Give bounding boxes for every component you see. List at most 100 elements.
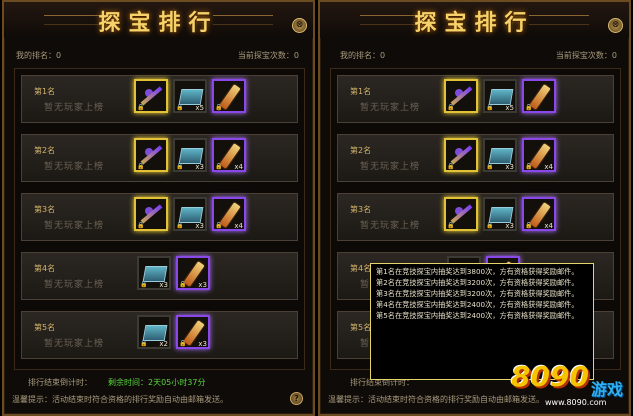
reward-items: 🔒 🔒 x5 🔒 — [444, 79, 556, 119]
title-bar: 探宝排行 ⊗ — [4, 2, 313, 38]
reward-items: 🔒 🔒 x3 🔒 x4 — [444, 138, 556, 178]
rank-label: 第2名 — [34, 146, 56, 155]
bound-lock-icon: 🔒 — [525, 104, 533, 111]
reward-item-slot[interactable]: 🔒 x3 — [483, 138, 517, 172]
reward-item-slot[interactable]: 🔒 x3 — [176, 315, 210, 349]
bound-lock-icon: 🔒 — [525, 163, 533, 170]
bound-lock-icon: 🔒 — [140, 340, 148, 347]
logo-domain: www.8090.com — [545, 398, 607, 407]
chest-icon — [178, 207, 204, 223]
reward-items: 🔒 x2 🔒 x3 — [137, 315, 210, 355]
reward-item-slot[interactable]: 🔒 — [444, 197, 478, 231]
no-player-text: 暂无玩家上榜 — [44, 339, 105, 349]
item-count: x4 — [234, 222, 243, 230]
bound-lock-icon: 🔒 — [137, 222, 145, 229]
ranking-list: 第1名 暂无玩家上榜 🔒 🔒 x5 🔒 第2名 暂无玩家上榜 🔒 🔒 x3 🔒 x4 第3名 暂无玩家上榜 🔒… — [14, 68, 305, 370]
rank-label: 第5名 — [350, 323, 372, 332]
tooltip-line: 第1名在竞技探宝内抽奖达到3800次，方有资格获得奖励邮件。 — [376, 267, 579, 276]
reward-item-slot[interactable]: 🔒 x3 — [173, 138, 207, 172]
reward-item-slot[interactable]: 🔒 x3 — [173, 197, 207, 231]
no-player-text: 暂无玩家上榜 — [360, 221, 421, 231]
item-count: x3 — [159, 281, 168, 289]
item-count: x3 — [195, 222, 204, 230]
item-count: x4 — [544, 163, 553, 171]
title-bar: 探宝排行 ⊗ — [320, 2, 629, 38]
chest-icon — [488, 89, 514, 105]
no-player-text: 暂无玩家上榜 — [360, 162, 421, 172]
rank-row: 第2名 暂无玩家上榜 🔒 🔒 x3 🔒 x4 — [21, 134, 298, 182]
ranking-panel-left: 探宝排行 ⊗ 我的排名：0 当前探宝次数：0 第1名暂无玩家上榜 🔒 🔒 x5 🔒 第2名… — [2, 0, 315, 416]
bound-lock-icon: 🔒 — [176, 104, 184, 111]
chest-icon — [488, 148, 514, 164]
draw-count-label: 当前探宝次数：0 — [237, 51, 299, 60]
my-rank-label: 我的排名：0 — [16, 51, 62, 60]
reward-item-slot[interactable]: 🔒 x3 — [176, 256, 210, 290]
reward-item-slot[interactable]: 🔒 — [134, 197, 168, 231]
chest-icon — [488, 207, 514, 223]
title-ornament-right — [529, 15, 589, 25]
item-count: x5 — [505, 104, 514, 112]
item-count: x5 — [195, 104, 204, 112]
rank-row: 第4名暂无玩家上榜 🔒 x3 🔒 x3 — [21, 252, 298, 300]
reward-item-slot[interactable]: 🔒 x4 — [522, 138, 556, 172]
chest-icon — [142, 266, 168, 282]
bound-lock-icon: 🔒 — [179, 281, 187, 288]
help-icon[interactable]: ? — [290, 392, 303, 405]
item-count: x3 — [198, 281, 207, 289]
logo-number: 8090 — [511, 360, 589, 393]
bound-lock-icon: 🔒 — [215, 104, 223, 111]
rank-row: 第5名暂无玩家上榜 🔒 x2 🔒 x3 — [21, 311, 298, 359]
no-player-text: 暂无玩家上榜 — [44, 280, 105, 290]
rank-row: 第1名 暂无玩家上榜 🔒 🔒 x5 🔒 — [21, 75, 298, 123]
close-icon[interactable]: ⊗ — [608, 18, 623, 33]
tooltip-line: 第2名在竞技探宝内抽奖达到3200次，方有资格获得奖励邮件。 — [376, 278, 579, 288]
reward-items: 🔒 🔒 x3 🔒 x4 — [134, 197, 246, 237]
reward-item-slot[interactable]: 🔒 — [134, 138, 168, 172]
reward-item-slot[interactable]: 🔒 x3 — [137, 256, 171, 290]
item-count: x3 — [505, 222, 514, 230]
no-player-text: 暂无玩家上榜 — [360, 103, 421, 113]
chest-icon — [178, 148, 204, 164]
reward-item-slot[interactable]: 🔒 x5 — [483, 79, 517, 113]
item-count: x2 — [159, 340, 168, 348]
item-count: x3 — [198, 340, 207, 348]
tooltip-line: 第3名在竞技探宝内抽奖达到3200次，方有资格获得奖励邮件。 — [376, 289, 579, 299]
reward-items: 🔒 🔒 x5 🔒 — [134, 79, 246, 119]
reward-item-slot[interactable]: 🔒 x4 — [212, 138, 246, 172]
rank-label: 第3名 — [34, 205, 56, 214]
reward-item-slot[interactable]: 🔒 — [444, 79, 478, 113]
item-count: x3 — [195, 163, 204, 171]
tip-text: 温馨提示：活动结束时符合资格的排行奖励自动由邮箱发送。 — [12, 395, 228, 404]
reward-items: 🔒 x3 🔒 x3 — [137, 256, 210, 296]
bound-lock-icon: 🔒 — [486, 163, 494, 170]
bound-lock-icon: 🔒 — [447, 104, 455, 111]
reward-item-slot[interactable]: 🔒 x2 — [137, 315, 171, 349]
bound-lock-icon: 🔒 — [447, 222, 455, 229]
bound-lock-icon: 🔒 — [140, 281, 148, 288]
title-ornament-right — [213, 15, 273, 25]
reward-item-slot[interactable]: 🔒 x5 — [173, 79, 207, 113]
rank-end-countdown-label: 排行结束倒计时： — [28, 378, 92, 387]
rank-label: 第2名 — [350, 146, 372, 155]
rank-row: 第3名 暂无玩家上榜 🔒 🔒 x3 🔒 x4 — [21, 193, 298, 241]
my-rank-label: 我的排名：0 — [340, 51, 386, 60]
close-icon[interactable]: ⊗ — [292, 18, 307, 33]
rank-label: 第5名 — [34, 323, 56, 332]
reward-item-slot[interactable]: 🔒 — [134, 79, 168, 113]
reward-item-slot[interactable]: 🔒 x4 — [522, 197, 556, 231]
bound-lock-icon: 🔒 — [486, 104, 494, 111]
bound-lock-icon: 🔒 — [137, 163, 145, 170]
rank-label: 第1名 — [34, 87, 56, 96]
reward-item-slot[interactable]: 🔒 — [212, 79, 246, 113]
reward-item-slot[interactable]: 🔒 x3 — [483, 197, 517, 231]
bound-lock-icon: 🔒 — [486, 222, 494, 229]
reward-item-slot[interactable]: 🔒 x4 — [212, 197, 246, 231]
rank-label: 第4名 — [34, 264, 56, 273]
bound-lock-icon: 🔒 — [447, 163, 455, 170]
reward-item-slot[interactable]: 🔒 — [444, 138, 478, 172]
reward-item-slot[interactable]: 🔒 — [522, 79, 556, 113]
rank-row: 第2名 暂无玩家上榜 🔒 🔒 x3 🔒 x4 — [337, 134, 614, 182]
bound-lock-icon: 🔒 — [176, 222, 184, 229]
tooltip-line: 第4名在竞技探宝内抽奖达到2400次，方有资格获得奖励邮件。 — [376, 300, 579, 310]
remaining-time: 剩余时间：2天05小时37分 — [108, 378, 206, 387]
